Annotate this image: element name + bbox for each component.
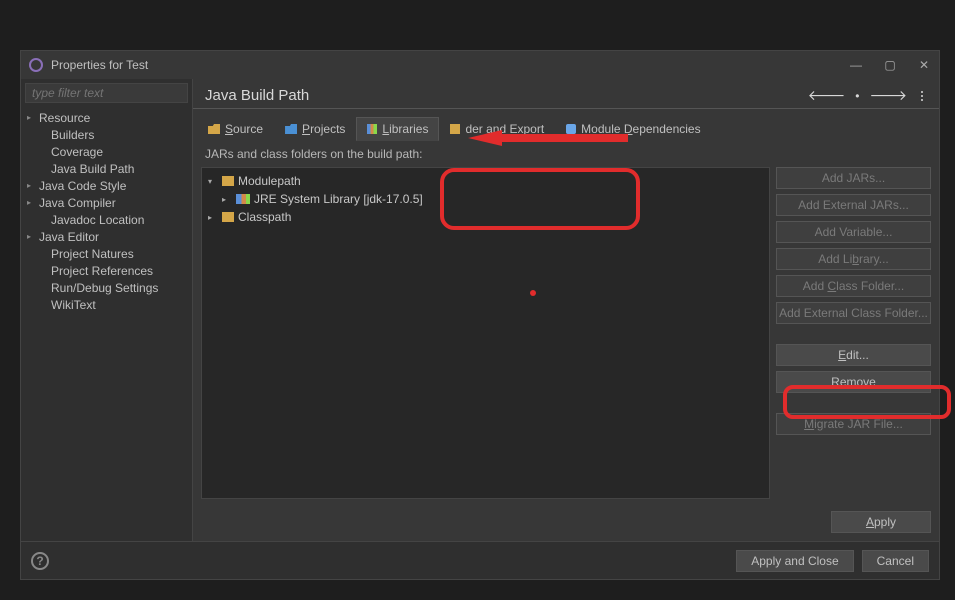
tree-item-classpath[interactable]: ▸Classpath [208, 208, 763, 226]
tab-libraries[interactable]: Libraries [356, 117, 439, 141]
sidebar: ▸Resource Builders Coverage Java Build P… [21, 79, 193, 541]
sidebar-item-resource[interactable]: ▸Resource [21, 109, 192, 126]
folder-icon [222, 212, 234, 222]
nav-sep: • [855, 89, 859, 103]
add-class-folder-button[interactable]: Add Class Folder... [776, 275, 931, 297]
tab-source[interactable]: Source [197, 117, 274, 141]
sidebar-item-coverage[interactable]: Coverage [21, 143, 192, 160]
sidebar-label: WikiText [51, 298, 96, 312]
sidebar-item-run-debug-settings[interactable]: Run/Debug Settings [21, 279, 192, 296]
tree-label: Classpath [238, 210, 291, 224]
add-external-jars-button[interactable]: Add External JARs... [776, 194, 931, 216]
annotation-dot [530, 290, 536, 296]
tree-item-modulepath[interactable]: ▾Modulepath [208, 172, 763, 190]
page-title: Java Build Path [205, 87, 808, 104]
annotation-arrow [468, 130, 502, 146]
sidebar-item-javadoc-location[interactable]: Javadoc Location [21, 211, 192, 228]
filter-input[interactable] [25, 83, 188, 103]
library-icon [236, 194, 250, 204]
library-icon [367, 124, 377, 134]
module-icon [566, 124, 576, 134]
back-arrow-icon[interactable]: 🡐 [808, 87, 846, 104]
sidebar-label: Builders [51, 128, 94, 142]
forward-arrow-icon[interactable]: 🡒 [869, 87, 907, 104]
remove-button[interactable]: Remove [776, 371, 931, 393]
titlebar-controls: — ▢ ✕ [849, 58, 931, 72]
tree-label: JRE System Library [jdk-17.0.5] [254, 192, 423, 206]
cancel-button[interactable]: Cancel [862, 550, 929, 572]
nav-arrows: 🡐 • 🡒 [808, 87, 927, 104]
list-description: JARs and class folders on the build path… [193, 141, 939, 165]
sidebar-tree: ▸Resource Builders Coverage Java Build P… [21, 107, 192, 541]
folder-icon [222, 176, 234, 186]
sidebar-item-java-compiler[interactable]: ▸Java Compiler [21, 194, 192, 211]
tab-projects[interactable]: Projects [274, 117, 356, 141]
add-jars-button[interactable]: Add JARs... [776, 167, 931, 189]
app-icon [29, 58, 43, 72]
sidebar-label: Project Natures [51, 247, 134, 261]
dialog-body: ▸Resource Builders Coverage Java Build P… [21, 79, 939, 541]
tree-label: Modulepath [238, 174, 301, 188]
folder-icon [208, 124, 220, 134]
dialog-footer: ? Apply and Close Cancel [21, 541, 939, 579]
apply-row: Apply [193, 507, 939, 541]
window-title: Properties for Test [51, 58, 849, 72]
libraries-tree[interactable]: ▾Modulepath ▸JRE System Library [jdk-17.… [201, 167, 770, 499]
help-icon[interactable]: ? [31, 552, 49, 570]
sidebar-label: Javadoc Location [51, 213, 144, 227]
sidebar-label: Java Build Path [51, 162, 134, 176]
add-external-class-folder-button[interactable]: Add External Class Folder... [776, 302, 931, 324]
sidebar-item-project-references[interactable]: Project References [21, 262, 192, 279]
list-panel: ▾Modulepath ▸JRE System Library [jdk-17.… [201, 167, 931, 499]
folder-icon [285, 124, 297, 134]
add-variable-button[interactable]: Add Variable... [776, 221, 931, 243]
sidebar-item-project-natures[interactable]: Project Natures [21, 245, 192, 262]
menu-dots-icon[interactable] [917, 91, 927, 101]
sidebar-item-wikitext[interactable]: WikiText [21, 296, 192, 313]
content-header: Java Build Path 🡐 • 🡒 [193, 79, 939, 109]
maximize-button[interactable]: ▢ [883, 58, 897, 72]
content-panel: Java Build Path 🡐 • 🡒 Source Projects Li… [193, 79, 939, 541]
button-column: Add JARs... Add External JARs... Add Var… [776, 167, 931, 499]
sidebar-label: Java Editor [39, 230, 99, 244]
sidebar-item-builders[interactable]: Builders [21, 126, 192, 143]
close-button[interactable]: ✕ [917, 58, 931, 72]
migrate-jar-button[interactable]: Migrate JAR File... [776, 413, 931, 435]
sidebar-label: Run/Debug Settings [51, 281, 158, 295]
sidebar-label: Java Compiler [39, 196, 116, 210]
order-icon [450, 124, 460, 134]
titlebar: Properties for Test — ▢ ✕ [21, 51, 939, 79]
sidebar-item-java-build-path[interactable]: Java Build Path [21, 160, 192, 177]
minimize-button[interactable]: — [849, 58, 863, 72]
sidebar-label: Project References [51, 264, 153, 278]
apply-and-close-button[interactable]: Apply and Close [736, 550, 853, 572]
edit-button[interactable]: Edit... [776, 344, 931, 366]
add-library-button[interactable]: Add Library... [776, 248, 931, 270]
sidebar-item-java-code-style[interactable]: ▸Java Code Style [21, 177, 192, 194]
sidebar-label: Resource [39, 111, 90, 125]
sidebar-label: Java Code Style [39, 179, 126, 193]
sidebar-label: Coverage [51, 145, 103, 159]
tree-item-jre[interactable]: ▸JRE System Library [jdk-17.0.5] [208, 190, 763, 208]
sidebar-item-java-editor[interactable]: ▸Java Editor [21, 228, 192, 245]
apply-button[interactable]: Apply [831, 511, 931, 533]
